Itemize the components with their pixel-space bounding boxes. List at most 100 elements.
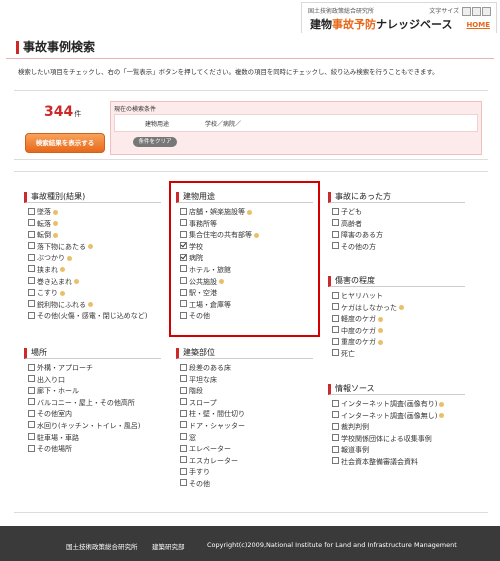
checkbox[interactable] — [332, 411, 339, 419]
checkbox[interactable] — [332, 242, 339, 250]
checkbox[interactable] — [28, 421, 35, 429]
filter-option[interactable]: 挟まれ — [28, 265, 161, 277]
checkbox[interactable] — [180, 467, 187, 475]
checkbox[interactable] — [332, 445, 339, 453]
help-icon[interactable] — [399, 305, 404, 311]
checkbox[interactable] — [180, 409, 187, 417]
checkbox[interactable] — [332, 326, 339, 334]
checkbox[interactable] — [332, 422, 339, 430]
help-icon[interactable] — [53, 232, 58, 238]
help-icon[interactable] — [378, 316, 383, 322]
checkbox[interactable] — [28, 363, 35, 371]
filter-option[interactable]: 裁判判例 — [332, 422, 465, 434]
checkbox[interactable] — [28, 433, 35, 441]
filter-option[interactable]: 鋭利物にふれる — [28, 300, 161, 312]
help-icon[interactable] — [88, 302, 93, 308]
filter-option[interactable]: 外構・アプローチ — [28, 363, 161, 375]
filter-option[interactable]: その他(火傷・感電・閉じ込めなど) — [28, 311, 161, 323]
font-medium-button[interactable] — [472, 7, 481, 16]
checkbox[interactable] — [332, 230, 339, 238]
filter-option[interactable]: こすり — [28, 288, 161, 300]
filter-option[interactable]: ドア・シャッター — [180, 421, 313, 433]
filter-option[interactable]: 段差のある床 — [180, 363, 313, 375]
checkbox[interactable] — [28, 230, 35, 238]
checkbox[interactable] — [332, 337, 339, 345]
checkbox[interactable] — [28, 311, 35, 319]
home-link[interactable]: HOME — [466, 21, 490, 29]
filter-option[interactable]: エスカレーター — [180, 456, 313, 468]
filter-option[interactable]: 軽度のケガ — [332, 314, 465, 326]
filter-option[interactable]: 墜落 — [28, 207, 161, 219]
filter-option[interactable]: インターネット調査(画像有り) — [332, 399, 465, 411]
font-small-button[interactable] — [462, 7, 471, 16]
checkbox[interactable] — [28, 253, 35, 261]
filter-option[interactable]: その他 — [180, 479, 313, 491]
help-icon[interactable] — [67, 255, 72, 261]
checkbox[interactable] — [180, 398, 187, 406]
checkbox[interactable] — [28, 207, 35, 215]
checkbox[interactable] — [28, 375, 35, 383]
help-icon[interactable] — [439, 401, 445, 407]
checkbox[interactable] — [28, 265, 35, 273]
filter-option[interactable]: 高齢者 — [332, 219, 465, 231]
checkbox[interactable] — [28, 277, 35, 285]
help-icon[interactable] — [74, 279, 79, 285]
checkbox[interactable] — [180, 456, 187, 464]
filter-option[interactable]: 廊下・ホール — [28, 386, 161, 398]
help-icon[interactable] — [378, 339, 383, 345]
filter-option[interactable]: 出入り口 — [28, 375, 161, 387]
filter-option[interactable]: 死亡 — [332, 349, 465, 361]
help-icon[interactable] — [53, 221, 58, 227]
help-icon[interactable] — [378, 328, 383, 334]
checkbox[interactable] — [180, 433, 187, 441]
checkbox[interactable] — [28, 219, 35, 227]
filter-option[interactable]: 中度のケガ — [332, 326, 465, 338]
checkbox[interactable] — [180, 479, 187, 487]
filter-option[interactable]: その他の方 — [332, 242, 465, 254]
checkbox[interactable] — [28, 300, 35, 308]
checkbox[interactable] — [28, 398, 35, 406]
filter-option[interactable]: バルコニー・屋上・その他高所 — [28, 398, 161, 410]
filter-option[interactable]: 落下物にあたる — [28, 242, 161, 254]
checkbox[interactable] — [180, 363, 187, 371]
clear-conditions-button[interactable]: 条件をクリア — [133, 137, 177, 147]
help-icon[interactable] — [59, 290, 65, 296]
filter-option[interactable]: 報道事例 — [332, 445, 465, 457]
filter-option[interactable]: その他室内 — [28, 409, 161, 421]
filter-option[interactable]: 平坦な床 — [180, 375, 313, 387]
checkbox[interactable] — [28, 386, 35, 394]
checkbox[interactable] — [332, 219, 339, 227]
filter-option[interactable]: 重度のケガ — [332, 337, 465, 349]
checkbox[interactable] — [332, 314, 339, 322]
checkbox[interactable] — [28, 288, 35, 296]
checkbox[interactable] — [332, 434, 339, 442]
checkbox[interactable] — [332, 303, 339, 311]
checkbox[interactable] — [180, 386, 187, 394]
filter-option[interactable]: ぶつかり — [28, 253, 161, 265]
help-icon[interactable] — [88, 244, 93, 250]
help-icon[interactable] — [53, 209, 58, 215]
checkbox[interactable] — [332, 349, 339, 357]
font-large-button[interactable] — [482, 7, 491, 16]
filter-option[interactable]: 転倒 — [28, 230, 161, 242]
filter-option[interactable]: 駐車場・車路 — [28, 433, 161, 445]
checkbox[interactable] — [332, 207, 339, 215]
checkbox[interactable] — [28, 242, 35, 250]
filter-option[interactable]: 階段 — [180, 386, 313, 398]
filter-option[interactable]: 柱・壁・間仕切り — [180, 409, 313, 421]
show-results-button[interactable]: 検索結果を表示する — [25, 133, 105, 153]
checkbox[interactable] — [180, 444, 187, 452]
checkbox[interactable] — [180, 375, 187, 383]
checkbox[interactable] — [28, 444, 35, 452]
filter-option[interactable]: ヒヤリハット — [332, 291, 465, 303]
filter-option[interactable]: 障害のある方 — [332, 230, 465, 242]
filter-option[interactable]: 転落 — [28, 219, 161, 231]
filter-option[interactable]: 学校関係団体による収集事例 — [332, 434, 465, 446]
checkbox[interactable] — [332, 399, 339, 407]
filter-option[interactable]: ケガはしなかった — [332, 303, 465, 315]
filter-option[interactable]: 手すり — [180, 467, 313, 479]
filter-option[interactable]: 窓 — [180, 433, 313, 445]
checkbox[interactable] — [332, 457, 339, 465]
filter-option[interactable]: インターネット調査(画像無し) — [332, 411, 465, 423]
filter-option[interactable]: その他場所 — [28, 444, 161, 456]
